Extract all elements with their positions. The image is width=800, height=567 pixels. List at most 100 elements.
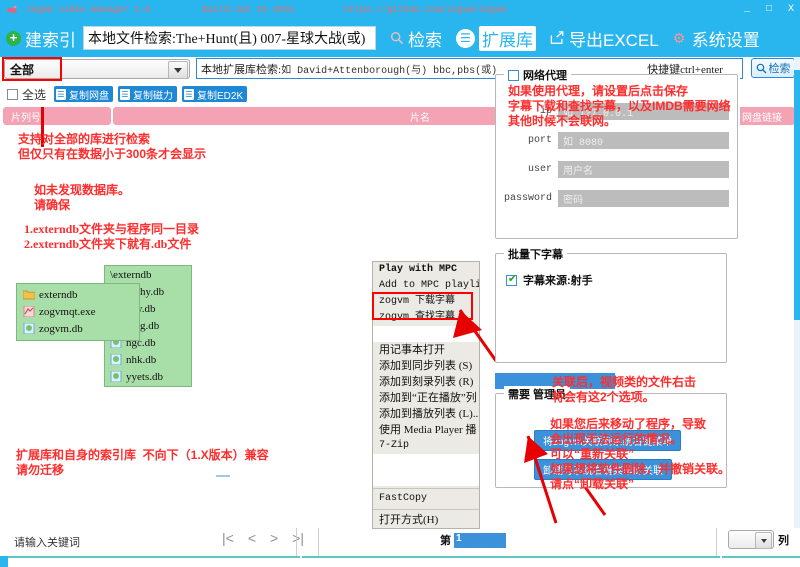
context-menu-item[interactable]: 用记事本打开 xyxy=(373,342,479,358)
program-folder-pane: externdb zogvmqt.exe zogvm.db xyxy=(16,283,140,341)
context-menu-item[interactable]: 使用 Media Player 播 xyxy=(373,422,479,438)
annotation-compat: 扩展库和自身的索引库 不向下（1.X版本）兼容 请勿迁移 xyxy=(16,448,269,477)
app-title: zogma video manager 2.0 xyxy=(26,4,151,15)
proxy-password-input[interactable]: 密码 xyxy=(558,190,729,207)
chevron-down-icon[interactable] xyxy=(168,61,188,79)
bottom-bar: 请输入关键词 |< < > >| 第 1 列 xyxy=(0,528,800,556)
status-bar-accent xyxy=(0,556,8,567)
annotation-proxy-note: 如果使用代理，请设置后点击保存 字幕下载和查找字幕，以及IMDB需要网络 其他时… xyxy=(508,84,731,128)
context-menu-item[interactable]: ... xyxy=(373,454,479,470)
subtitle-source-checkbox[interactable] xyxy=(506,273,518,286)
context-menu-item[interactable]: 添加到播放列表 (L)... xyxy=(373,406,479,422)
copy-ed2k-label: 复制ED2K xyxy=(197,90,244,102)
export-excel-button[interactable]: 导出EXCEL xyxy=(550,26,659,51)
page-number-input[interactable]: 1 xyxy=(454,532,506,548)
search-input[interactable]: 本地文件检索:The+Hunt(且) 007-星球大战(或) xyxy=(83,26,376,50)
plus-icon: + xyxy=(6,30,21,46)
context-menu-item[interactable]: ... xyxy=(373,470,479,486)
copy-netdisk-button[interactable]: ☰ 复制网盘 xyxy=(54,86,114,102)
db-file-icon xyxy=(23,323,35,334)
proxy-user-label: user xyxy=(527,164,552,175)
exe-item: zogvmqt.exe xyxy=(23,303,139,320)
folder-item: externdb xyxy=(23,286,139,303)
extended-search-button-label: 检索 xyxy=(768,63,791,75)
first-page-button[interactable]: |< xyxy=(222,530,234,546)
exe-name: zogvmqt.exe xyxy=(39,305,96,318)
context-menu-item[interactable]: 添加到同步列表 (S) xyxy=(373,358,479,374)
context-menu-item[interactable]: Play with MPC xyxy=(373,262,479,278)
copy-icon: ☰ xyxy=(184,88,195,100)
proxy-port-row: port 如 8080 xyxy=(502,132,729,149)
select-all-label: 全选 xyxy=(22,87,47,102)
proxy-port-label: port xyxy=(527,135,552,146)
bottom-divider-1 xyxy=(296,528,297,556)
annotation-db-steps: 1.externdb文件夹与程序同一目录 2.externdb文件夹下就有.db… xyxy=(24,222,199,251)
context-menu-item[interactable]: 添加到“正在播放”列 xyxy=(373,390,479,406)
window-controls: _ □ X xyxy=(744,0,794,19)
menu-separator xyxy=(373,509,479,510)
bottom-divider-3 xyxy=(716,528,717,556)
proxy-user-input[interactable]: 用户名 xyxy=(558,161,729,178)
search-input-value: 本地文件检索:The+Hunt(且) 007-星球大战(或) xyxy=(88,32,366,47)
db-file-item: yyets.db xyxy=(110,368,191,385)
system-settings-button[interactable]: ⚙ 系统设置 xyxy=(673,26,760,51)
project-url: https://github.com/zogvm/zogvm xyxy=(344,4,507,15)
column-header-index[interactable]: 片列号 xyxy=(3,107,111,125)
highlight-box-zogvm-menu-items xyxy=(372,292,473,320)
context-menu-item[interactable]: 7-Zip xyxy=(373,438,479,454)
context-menu-item[interactable]: FastCopy xyxy=(373,491,479,507)
copy-ed2k-button[interactable]: ☰ 复制ED2K xyxy=(182,86,248,102)
context-menu-item[interactable]: Media Info xyxy=(373,326,479,342)
context-menu-item[interactable]: 添加到刻录列表 (R) xyxy=(373,374,479,390)
last-page-button[interactable]: >| xyxy=(292,530,304,546)
chevron-down-icon[interactable] xyxy=(755,532,772,549)
prev-page-button[interactable]: < xyxy=(248,530,256,546)
build-index-button[interactable]: + 建索引 xyxy=(6,26,76,51)
extend-library-button[interactable]: ☰ 扩展库 xyxy=(456,25,536,51)
app-logo-icon xyxy=(6,4,18,16)
context-menu-item[interactable]: 打开方式(H) xyxy=(373,512,479,528)
page-prefix-label: 第 xyxy=(440,535,451,547)
column-select[interactable] xyxy=(728,530,774,549)
annotation-underline xyxy=(216,475,230,477)
batch-subtitle-legend: 批量下字幕 xyxy=(504,246,567,262)
page-number-group: 第 1 xyxy=(440,532,506,548)
select-all-checkbox[interactable] xyxy=(7,88,18,100)
proxy-password-label: password xyxy=(503,193,552,204)
folder-icon xyxy=(23,290,35,300)
extended-search-button[interactable]: 检索 xyxy=(751,58,795,78)
proxy-user-row: user 用户名 xyxy=(502,161,729,178)
copy-magnet-button[interactable]: ☰ 复制磁力 xyxy=(118,86,178,102)
extended-search-hint: 如 David+Attenborough(与) bbc,pbs(或) xyxy=(281,65,498,77)
search-icon-small xyxy=(756,63,766,73)
proxy-legend: 网络代理 xyxy=(504,67,571,83)
proxy-enable-checkbox[interactable] xyxy=(508,69,519,81)
main-toolbar: + 建索引 本地文件检索:The+Hunt(且) 007-星球大战(或) 检索 … xyxy=(0,19,800,57)
db-file-item: zogvm.db xyxy=(23,320,139,337)
subtitle-source-label: 字幕来源:射手 xyxy=(523,275,593,287)
search-button[interactable]: 检索 xyxy=(390,26,442,51)
copy-icon: ☰ xyxy=(56,88,67,100)
keyword-hint: 请输入关键词 xyxy=(14,537,80,549)
folder-structure-diagram: \externdb dmhy.db lyw.db mvg.db ngc.db n… xyxy=(16,265,196,391)
db-file-name: zogvm.db xyxy=(39,322,83,335)
build-index-label: 建索引 xyxy=(25,30,76,50)
vertical-scrollbar-thumb[interactable] xyxy=(794,70,800,320)
next-page-button[interactable]: > xyxy=(270,530,278,546)
export-icon xyxy=(550,31,565,45)
batch-subtitle-group: 批量下字幕 字幕来源:射手 xyxy=(495,246,727,363)
annotation-db-missing: 如未发现数据库。 请确保 xyxy=(34,183,131,212)
library-icon: ☰ xyxy=(456,28,475,48)
subtitle-source-row[interactable]: 字幕来源:射手 xyxy=(506,272,718,288)
extend-library-label: 扩展库 xyxy=(479,25,536,51)
copy-magnet-label: 复制磁力 xyxy=(133,90,174,102)
proxy-port-input[interactable]: 如 8080 xyxy=(558,132,729,149)
annotation-move-program-note: 如果您后来移动了程序，导致 会出现无法运行的情况。 可以“重新关联” 如果想将软… xyxy=(550,417,731,491)
maximize-button[interactable]: □ xyxy=(766,4,772,15)
close-button[interactable]: X xyxy=(788,4,794,15)
minimize-button[interactable]: _ xyxy=(744,4,750,15)
annotation-association-note: 关联后，视频类的文件右击 将会有这2个选项。 xyxy=(552,375,697,404)
search-button-label: 检索 xyxy=(408,30,442,50)
db-file-name: yyets.db xyxy=(126,370,163,383)
proxy-password-row: password 密码 xyxy=(502,190,729,207)
